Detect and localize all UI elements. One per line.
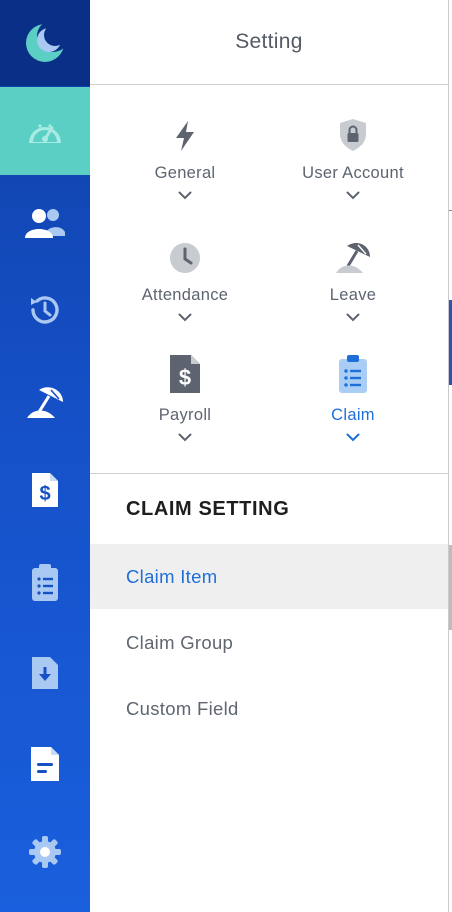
section-divider — [90, 473, 448, 474]
category-payroll[interactable]: $ Payroll — [105, 355, 265, 466]
nav-history[interactable] — [0, 266, 90, 354]
chevron-down-icon — [178, 433, 192, 442]
nav-payroll[interactable]: $ — [0, 446, 90, 534]
category-leave[interactable]: Leave — [273, 236, 433, 346]
clipboard-list-icon — [339, 355, 367, 393]
category-user-account[interactable]: User Account — [273, 114, 433, 224]
chevron-down-icon — [178, 313, 192, 322]
app-logo[interactable] — [0, 0, 90, 86]
chevron-down-icon — [346, 191, 360, 200]
category-general[interactable]: General — [105, 114, 265, 224]
category-label: General — [154, 164, 216, 182]
history-icon — [31, 296, 59, 324]
category-label: Claim — [331, 406, 375, 424]
nav-dashboard[interactable] — [0, 87, 90, 175]
chevron-down-icon — [346, 313, 360, 322]
report-document-icon — [31, 747, 59, 781]
category-label: Payroll — [158, 406, 212, 424]
beach-umbrella-icon — [27, 387, 63, 418]
settings-panel: Setting General User Account Attendance … — [90, 0, 449, 912]
menu-item-custom-field[interactable]: Custom Field — [90, 676, 448, 741]
svg-text:$: $ — [39, 483, 50, 505]
clipboard-icon — [32, 564, 58, 601]
clock-icon — [170, 243, 200, 273]
users-icon — [25, 209, 65, 238]
chevron-down-icon — [178, 191, 192, 200]
nav-reports[interactable] — [0, 720, 90, 808]
category-claim[interactable]: Claim — [273, 355, 433, 466]
chevron-down-icon — [346, 433, 360, 442]
moon-logo-icon — [26, 21, 67, 62]
svg-text:$: $ — [179, 365, 191, 390]
dashboard-gauge-icon — [29, 124, 61, 143]
category-label: Leave — [329, 286, 377, 304]
nav-settings[interactable] — [0, 808, 90, 896]
shield-lock-icon — [340, 119, 366, 151]
settings-gear-icon — [29, 836, 61, 868]
lightning-icon — [176, 121, 194, 151]
nav-download[interactable] — [0, 629, 90, 717]
nav-claim[interactable] — [0, 539, 90, 627]
section-title: CLAIM SETTING — [126, 498, 290, 520]
category-label: Attendance — [141, 286, 229, 304]
category-label: User Account — [302, 164, 404, 182]
beach-umbrella-icon — [336, 243, 370, 273]
menu-item-claim-group[interactable]: Claim Group — [90, 610, 448, 675]
nav-leave[interactable] — [0, 358, 90, 446]
payroll-document-icon: $ — [32, 473, 58, 507]
side-navigation-rail: $ — [0, 0, 90, 912]
download-file-icon — [32, 657, 58, 689]
settings-category-grid: General User Account Attendance Leave $ … — [90, 86, 448, 472]
dollar-document-icon: $ — [170, 355, 200, 393]
panel-title: Setting — [90, 0, 448, 85]
nav-employees[interactable] — [0, 179, 90, 267]
menu-item-claim-item[interactable]: Claim Item — [90, 544, 448, 609]
category-attendance[interactable]: Attendance — [105, 236, 265, 346]
